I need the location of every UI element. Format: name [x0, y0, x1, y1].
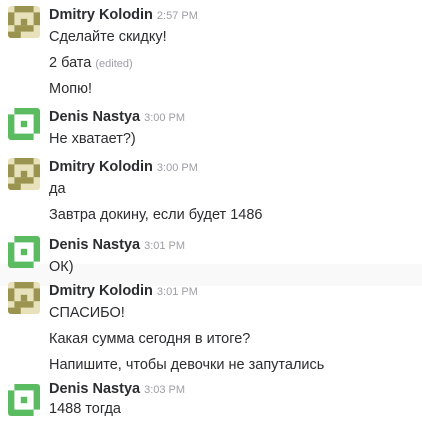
identicon-green-icon: [8, 236, 40, 268]
message-timestamp[interactable]: 3:03 PM: [144, 384, 185, 396]
message-text: Какая сумма сегодня в итоге?: [49, 331, 251, 347]
message-text: Напишите, чтобы девочки не запутались: [49, 357, 325, 373]
chat-message-list[interactable]: Dmitry Kolodin 2:57 PM Сделайте скидку! 2…: [0, 0, 422, 421]
author-name[interactable]: Dmitry Kolodin: [49, 7, 153, 23]
message-text: Завтра докину, если будет 1486: [49, 207, 263, 223]
avatar-dmitry-kolodin[interactable]: [8, 158, 40, 190]
message-timestamp[interactable]: 3:01 PM: [157, 286, 198, 298]
identicon-green-icon: [8, 108, 40, 140]
avatar-dmitry-kolodin[interactable]: [8, 282, 40, 314]
message-text: Мопю!: [49, 81, 93, 97]
message-header: Dmitry Kolodin 2:57 PM: [49, 4, 422, 26]
message-timestamp[interactable]: 3:00 PM: [144, 112, 185, 124]
edited-label: (edited): [95, 58, 133, 70]
message-text: СПАСИБО!: [49, 305, 125, 321]
message-header: Dmitry Kolodin 3:01 PM: [49, 280, 422, 302]
message-text-edited: 2 бата (edited): [49, 52, 422, 74]
author-name[interactable]: Denis Nastya: [49, 237, 140, 253]
author-name[interactable]: Denis Nastya: [49, 109, 140, 125]
avatar-dmitry-kolodin[interactable]: [8, 6, 40, 38]
message-timestamp[interactable]: 3:00 PM: [157, 162, 198, 174]
identicon-green-icon: [8, 384, 40, 416]
avatar-denis-nastya[interactable]: [8, 384, 40, 416]
identicon-olive-icon: [8, 282, 40, 314]
message-timestamp[interactable]: 2:57 PM: [157, 10, 198, 22]
avatar-denis-nastya[interactable]: [8, 108, 40, 140]
message-header: Denis Nastya 3:03 PM: [49, 378, 422, 400]
message-text: 1488 тогда: [49, 401, 121, 417]
message-header: Denis Nastya 3:00 PM: [49, 106, 422, 128]
author-name[interactable]: Dmitry Kolodin: [49, 283, 153, 299]
message-timestamp[interactable]: 3:01 PM: [144, 240, 185, 252]
identicon-olive-icon: [8, 158, 40, 190]
author-name[interactable]: Dmitry Kolodin: [49, 159, 153, 175]
author-name[interactable]: Denis Nastya: [49, 381, 140, 397]
message-text: 2 бата: [49, 55, 92, 71]
avatar-denis-nastya[interactable]: [8, 236, 40, 268]
message-text: Не хватает?): [49, 131, 136, 147]
message-header: Dmitry Kolodin 3:00 PM: [49, 156, 422, 178]
message-text: Сделайте скидку!: [49, 29, 167, 45]
message-header: Denis Nastya 3:01 PM: [49, 234, 422, 256]
identicon-olive-icon: [8, 6, 40, 38]
message-text: ОК): [49, 259, 74, 275]
message-text: да: [49, 181, 66, 197]
